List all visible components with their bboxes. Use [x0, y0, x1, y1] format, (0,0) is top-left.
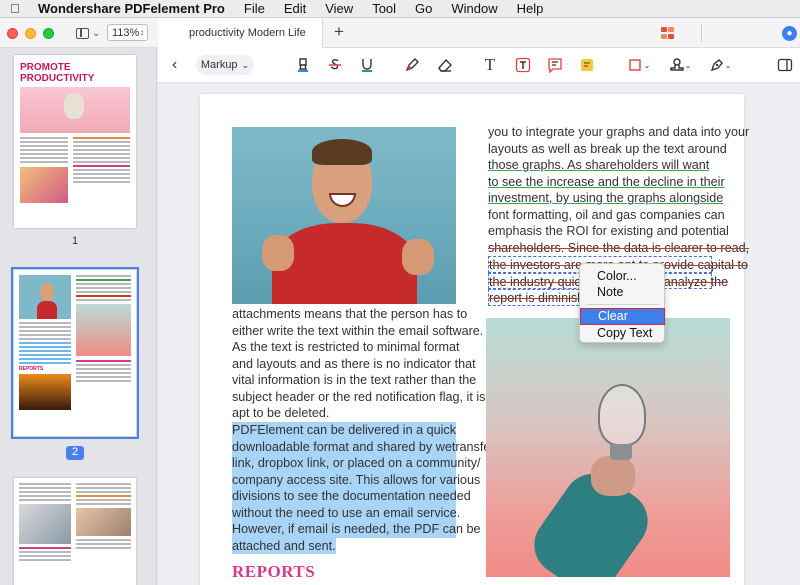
strikethrough-line[interactable]: shareholders. Since the data is clearer … — [488, 240, 749, 257]
tab-title: productivity Modern Life — [189, 27, 306, 39]
menu-item-clear[interactable]: Clear — [580, 308, 665, 325]
text-line: apt to be deleted. — [232, 406, 330, 420]
thumbnail-image — [20, 87, 130, 133]
thumbnail-page-3[interactable]: 3 — [14, 478, 136, 585]
thumbnail-page-2[interactable]: REPORTS — [11, 267, 139, 439]
highlighted-line: attached and sent. — [232, 537, 336, 554]
text-line: either write the text within the email s… — [232, 323, 484, 338]
apple-icon[interactable]:  — [10, 1, 24, 16]
divider — [701, 24, 702, 42]
markup-mode-dropdown[interactable]: Markup ⌄ — [196, 55, 254, 75]
thumbnail-heading: PROMOTE PRODUCTIVITY — [20, 62, 95, 84]
highlighted-line: link, dropbox link, or placed on a commu… — [232, 455, 481, 472]
text-icon[interactable]: T — [479, 55, 501, 75]
document-viewer[interactable]: attachments means that the person has to… — [158, 84, 800, 585]
menu-file[interactable]: File — [244, 1, 265, 16]
highlighted-line: downloadable format and shared by wetran… — [232, 438, 495, 455]
photo-laughing-man — [232, 127, 456, 304]
minimize-window-button[interactable] — [25, 28, 36, 39]
menu-tool[interactable]: Tool — [372, 1, 396, 16]
menu-view[interactable]: View — [325, 1, 353, 16]
zoom-select[interactable]: 113% ↕ — [107, 24, 148, 41]
chevron-down-icon: ⌄ — [241, 59, 250, 70]
callout-icon[interactable] — [544, 55, 566, 75]
text-line: attachments means that the person has to — [232, 307, 468, 321]
close-window-button[interactable] — [7, 28, 18, 39]
highlight-icon[interactable] — [292, 55, 314, 75]
text-line: you to integrate your graphs and data in… — [488, 125, 750, 139]
highlighted-paragraph[interactable]: PDFElement can be delivered in a quick d… — [232, 422, 495, 554]
menu-bar:  Wondershare PDFelement Pro File Edit V… — [0, 0, 800, 18]
zoom-window-button[interactable] — [43, 28, 54, 39]
text-line: font formatting, oil and gas companies c… — [488, 207, 725, 222]
back-button[interactable]: ‹ — [172, 56, 177, 74]
text-line: layouts as well as break up the text aro… — [488, 141, 727, 156]
user-avatar-icon[interactable]: ● — [782, 26, 797, 41]
tab-document[interactable]: productivity Modern Life — [158, 18, 323, 48]
markup-toolbar: ‹ Markup ⌄ T ⌄ ⌄ ⌄ — [158, 48, 800, 83]
sidebar-toggle-button[interactable]: ⌄ — [76, 26, 102, 40]
menu-edit[interactable]: Edit — [284, 1, 306, 16]
chevron-down-icon: ⌄ — [92, 27, 101, 39]
thumbnail-page-number-selected: 2 — [66, 446, 84, 460]
tab-bar: ⌄ 113% ↕ productivity Modern Life + ● — [0, 18, 800, 48]
highlighted-line: company access site. This allows for var… — [232, 471, 481, 488]
markup-mode-label: Markup — [200, 59, 238, 71]
menu-go[interactable]: Go — [415, 1, 432, 16]
eraser-icon[interactable] — [434, 55, 456, 75]
signature-icon[interactable]: ⌄ — [707, 55, 733, 75]
stepper-icon: ↕ — [140, 28, 144, 37]
underlined-line[interactable]: investment, by using the graphs alongsid… — [488, 190, 723, 207]
thumbnail-heading: REPORTS — [19, 366, 44, 372]
window-controls — [7, 28, 54, 39]
apps-grid-icon[interactable] — [661, 27, 674, 39]
add-tab-button[interactable]: + — [334, 22, 344, 42]
stamp-icon[interactable]: ⌄ — [667, 55, 693, 75]
underlined-line[interactable]: to see the increase and the decline in t… — [488, 174, 725, 191]
text-line: As the text is restricted to minimal for… — [232, 340, 460, 354]
highlighted-line: divisions to see the documentation neede… — [232, 488, 471, 505]
sidebar-icon — [76, 27, 89, 39]
menu-item-note[interactable]: Note — [580, 284, 666, 300]
panel-icon[interactable] — [774, 55, 796, 75]
highlighted-line: without the need to use an email service… — [232, 504, 461, 521]
text-line: subject header or the red notification f… — [232, 389, 486, 404]
underline-icon[interactable] — [356, 55, 378, 75]
menu-app-name[interactable]: Wondershare PDFelement Pro — [38, 1, 225, 16]
menu-window[interactable]: Window — [451, 1, 497, 16]
highlighted-line: However, if email is needed, the PDF can… — [232, 521, 481, 538]
annotation-context-menu: Color... Note Clear Copy Text — [579, 263, 665, 343]
zoom-value: 113% — [112, 26, 140, 39]
underlined-line[interactable]: those graphs. As shareholders will want — [488, 157, 712, 174]
photo-hand-holding-lightbulb — [486, 318, 730, 577]
thumbnail-page-1[interactable]: PROMOTE PRODUCTIVITY — [14, 55, 136, 228]
highlighted-line: PDFElement can be delivered in a quick — [232, 422, 457, 439]
pencil-icon[interactable] — [401, 55, 423, 75]
left-column-text: attachments means that the person has to… — [232, 306, 486, 422]
page-thumbnails-panel[interactable]: PROMOTE PRODUCTIVITY 1 REPORTS 2 — [0, 48, 157, 585]
text-line: and layouts and as there is no indicator… — [232, 356, 476, 371]
thumbnail-page-number: 1 — [71, 235, 79, 247]
text-line: emphasis the ROI for existing and potent… — [488, 224, 729, 238]
menu-item-copy-text[interactable]: Copy Text — [580, 325, 666, 341]
text-line: vital information is in the text rather … — [232, 373, 477, 387]
sticky-note-icon[interactable] — [576, 55, 598, 75]
strikethrough-icon[interactable] — [324, 55, 346, 75]
section-heading-reports: REPORTS — [232, 562, 316, 581]
menu-item-color[interactable]: Color... — [580, 268, 666, 284]
textbox-icon[interactable] — [512, 55, 534, 75]
menu-divider — [587, 304, 659, 305]
shape-icon[interactable]: ⌄ — [626, 55, 652, 75]
menu-help[interactable]: Help — [517, 1, 544, 16]
